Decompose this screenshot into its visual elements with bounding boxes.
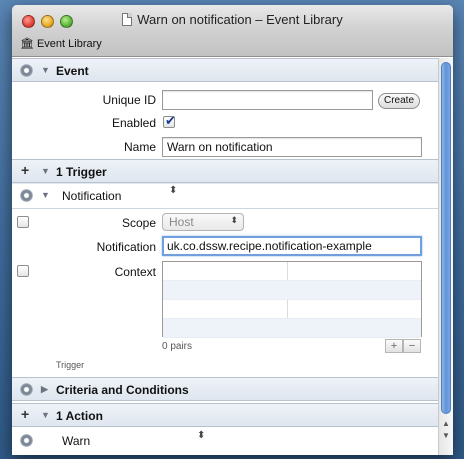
notification-label: Notification [96,240,156,254]
table-row[interactable] [163,300,421,319]
pairs-count: 0 pairs [162,341,193,352]
context-optional-checkbox[interactable] [17,265,29,277]
enabled-label: Enabled [111,116,156,130]
trigger-type-popup[interactable]: Notification [62,189,121,203]
disclosure-down-icon[interactable]: ▼ [41,166,50,176]
scroll-thumb[interactable] [441,62,451,414]
add-pair-button[interactable]: + [385,339,403,353]
name-label: Name [123,140,156,154]
event-section-title: Event [56,64,89,78]
gear-icon[interactable] [20,383,33,396]
trigger-footer-label: Trigger [56,360,85,370]
notification-field[interactable]: uk.co.dssw.recipe.notification-example [162,236,422,256]
popup-updown-icon: ⬍ [230,215,238,225]
document-icon [122,13,133,26]
context-table[interactable] [162,261,422,338]
create-button[interactable]: Create [378,93,420,109]
window-title: Warn on notification – Event Library [12,12,453,27]
unique-id-field[interactable] [162,90,373,110]
event-section-header[interactable]: ▼ Event [12,58,438,82]
table-row[interactable] [163,262,421,281]
breadcrumb-label: Event Library [36,37,102,50]
action-type-popup[interactable]: Warn [62,434,90,448]
add-action-icon[interactable]: + [21,406,29,422]
disclosure-right-icon[interactable]: ▶ [41,384,48,395]
action-section-title: 1 Action [56,409,103,423]
action-section-header[interactable]: + ▼ 1 Action [12,403,438,427]
scroll-up-arrow-icon[interactable]: ▲ [441,419,451,429]
popup-updown-icon[interactable]: ⬍ [169,186,177,196]
window-title-text: Warn on notification – Event Library [137,12,343,27]
remove-pair-button[interactable]: − [403,339,421,353]
trigger-section-header[interactable]: + ▼ 1 Trigger [12,159,438,183]
gear-icon[interactable] [20,189,33,202]
scope-popup[interactable]: Host ⬍ [162,213,244,231]
trigger-divider [12,208,438,209]
context-label: Context [114,265,156,279]
title-bar: Warn on notification – Event Library 🏛 E… [12,5,453,57]
unique-id-label: Unique ID [102,93,156,107]
library-icon: 🏛 [20,38,34,50]
breadcrumb[interactable]: 🏛 Event Library [20,37,102,51]
scope-optional-checkbox[interactable] [17,216,29,228]
disclosure-down-icon[interactable]: ▼ [41,65,50,75]
trigger-row-bg [12,183,438,184]
editor-content: ▼ Event Unique ID Create Enabled Name Wa… [12,58,438,455]
table-row[interactable] [163,281,421,300]
scroll-down-arrow-icon[interactable]: ▼ [441,431,451,441]
scope-label: Scope [121,216,156,230]
criteria-section-header[interactable]: ▶ Criteria and Conditions [12,377,438,401]
table-row[interactable] [163,319,421,338]
gear-icon[interactable] [20,434,33,447]
event-editor-window: Warn on notification – Event Library 🏛 E… [12,5,453,455]
criteria-section-title: Criteria and Conditions [56,383,189,397]
popup-updown-icon[interactable]: ⬍ [197,431,205,441]
disclosure-down-icon[interactable]: ▼ [41,190,50,200]
name-field[interactable]: Warn on notification [162,137,422,157]
trigger-section-title: 1 Trigger [56,165,107,179]
scope-value: Host [169,215,194,229]
disclosure-down-icon[interactable]: ▼ [41,410,50,420]
vertical-scrollbar[interactable]: ▲ ▼ [438,58,453,455]
enabled-checkbox[interactable] [163,113,176,129]
add-trigger-icon[interactable]: + [21,162,29,178]
gear-icon[interactable] [20,64,33,77]
